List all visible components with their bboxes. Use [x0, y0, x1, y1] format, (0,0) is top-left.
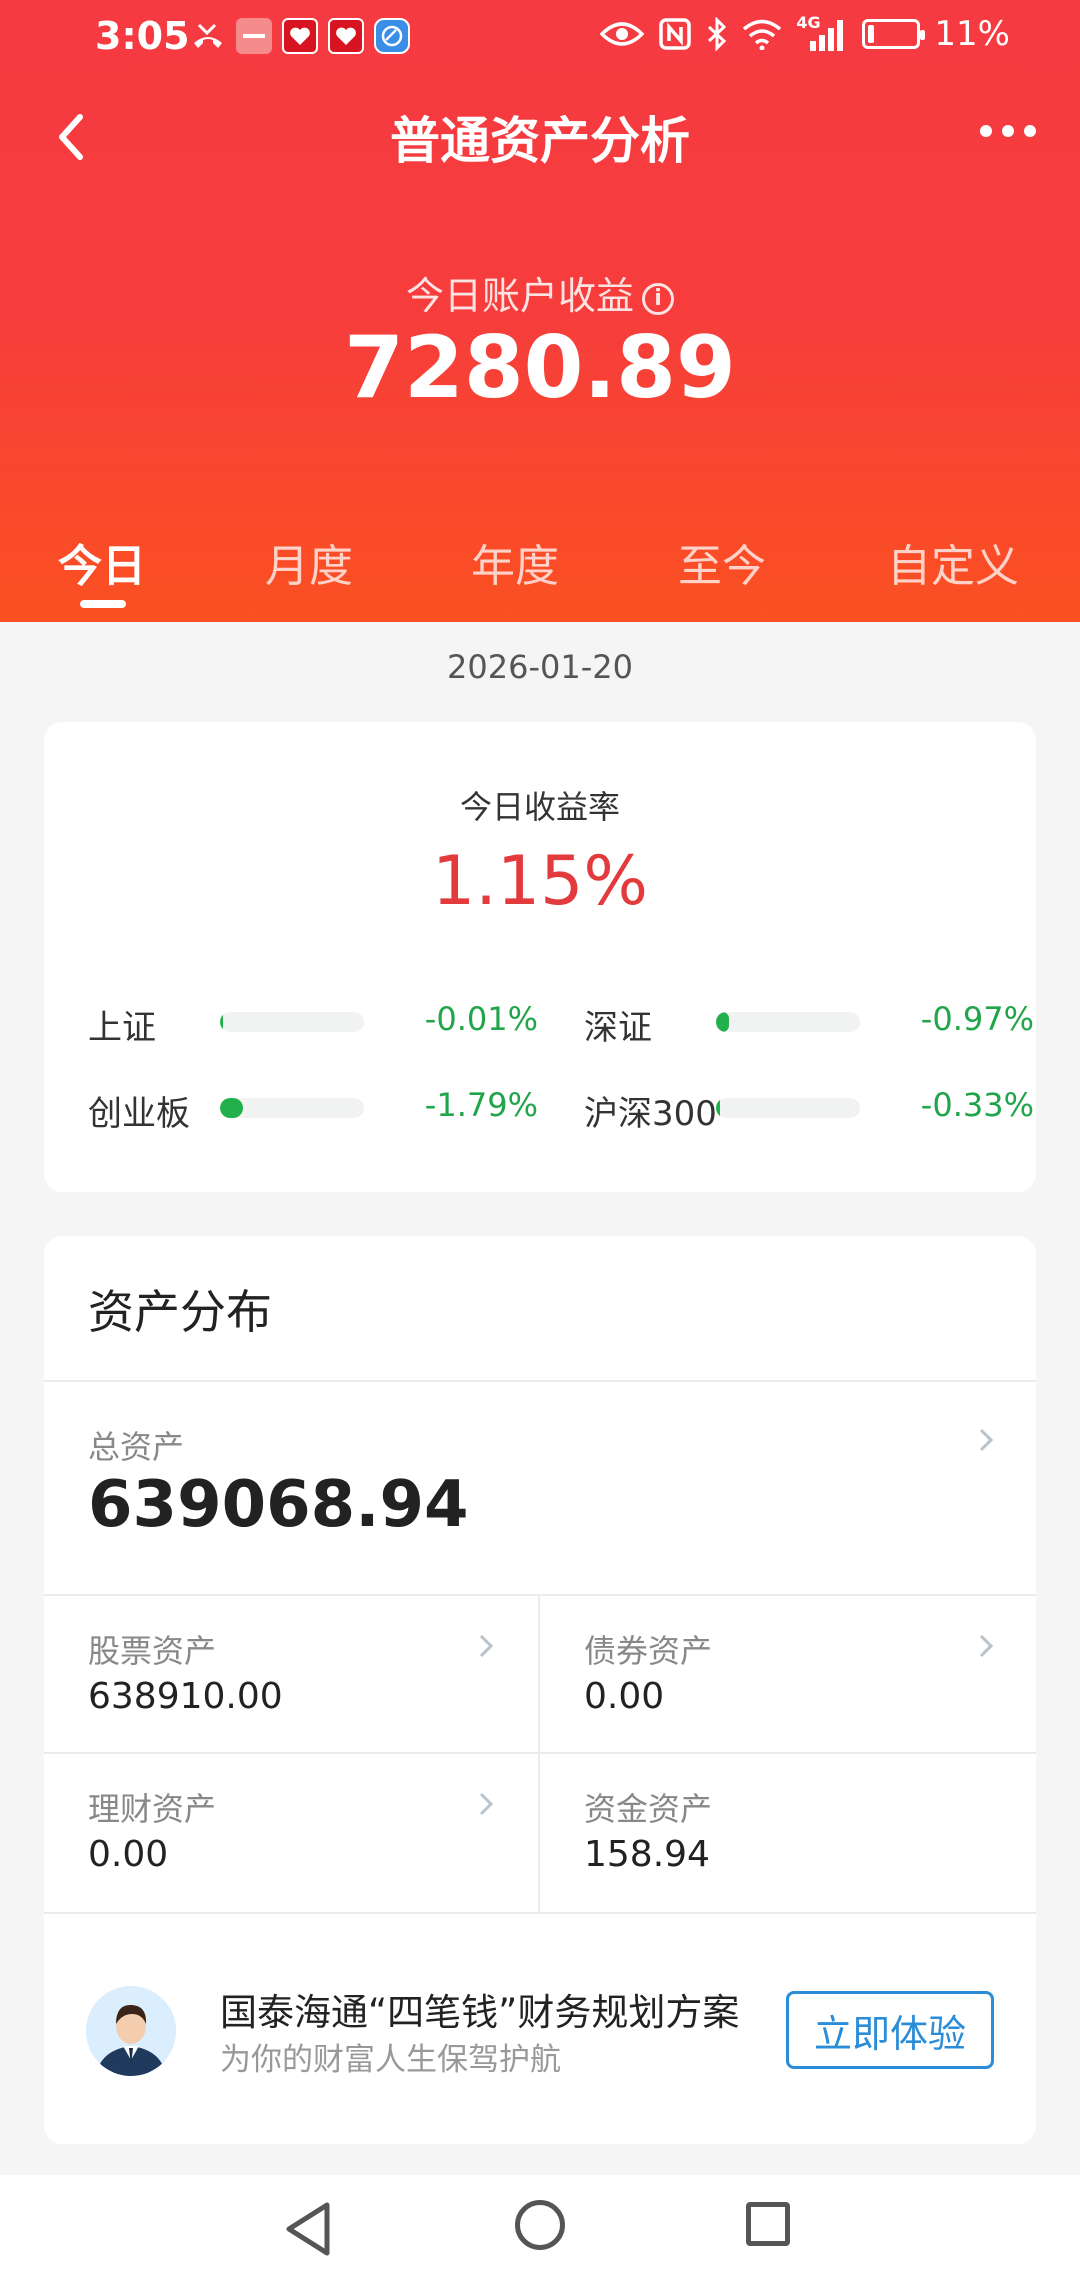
wealth-mgmt-assets-cell[interactable]: 理财资产 0.00 — [44, 1754, 538, 1910]
signal-4g-icon: 4G — [796, 13, 848, 51]
divider — [44, 1912, 1036, 1914]
promo-title: 国泰海通“四笔钱”财务规划方案 — [220, 1991, 740, 2034]
index-shanghai: 上证 -0.01% — [88, 1000, 538, 1048]
index-shenzhen: 深证 -0.97% — [584, 1000, 1034, 1048]
bond-assets-cell[interactable]: 债券资产 0.00 — [540, 1596, 1036, 1752]
index-value: -0.01% — [424, 1000, 538, 1038]
index-bar — [716, 1098, 860, 1118]
tab-to-date[interactable]: 至今 — [678, 530, 766, 594]
browser-icon — [374, 18, 410, 54]
bond-assets-label: 债券资产 — [584, 1632, 713, 1670]
divider-vertical — [538, 1596, 540, 1912]
index-bar-fill — [716, 1098, 721, 1118]
tab-custom[interactable]: 自定义 — [887, 530, 1019, 594]
period-tabs: 今日 月度 年度 至今 自定义 — [0, 530, 1080, 622]
rate-label: 今日收益率 — [459, 788, 620, 826]
status-bar: 3:05 4G 11% — [0, 0, 1080, 80]
app-red-icon-1 — [282, 18, 318, 54]
promo-subtitle: 为你的财富人生保驾护航 — [220, 2042, 561, 2078]
index-name: 创业板 — [88, 1094, 190, 1134]
advisor-avatar — [86, 1986, 176, 2076]
tab-today[interactable]: 今日 — [58, 530, 146, 594]
wifi-icon — [743, 19, 782, 50]
index-value: -0.33% — [920, 1086, 1034, 1124]
nfc-icon — [659, 18, 692, 50]
bond-assets-value: 0.00 — [584, 1676, 665, 1717]
total-assets-value: 639068.94 — [88, 1468, 469, 1542]
index-bar — [220, 1012, 364, 1032]
cash-assets-cell: 资金资产 158.94 — [540, 1754, 1036, 1910]
stock-assets-label: 股票资产 — [88, 1632, 217, 1670]
try-now-button[interactable]: 立即体验 — [786, 1991, 994, 2069]
index-csi300: 沪深300 -0.33% — [584, 1086, 1034, 1134]
info-icon[interactable]: i — [642, 282, 674, 315]
battery-icon — [862, 19, 926, 49]
index-name: 沪深300 — [584, 1094, 717, 1134]
tab-monthly[interactable]: 月度 — [265, 530, 353, 594]
index-bar-fill — [220, 1012, 223, 1032]
tab-yearly[interactable]: 年度 — [471, 530, 559, 594]
bluetooth-icon — [708, 17, 727, 51]
index-value: -1.79% — [424, 1086, 538, 1124]
asset-distribution-card: 资产分布 总资产 639068.94 股票资产 638910.00 债券资产 0… — [44, 1236, 1036, 2144]
index-bar — [716, 1012, 860, 1032]
index-name: 上证 — [88, 1008, 156, 1048]
wealth-mgmt-assets-label: 理财资产 — [88, 1790, 217, 1828]
eye-icon — [600, 22, 645, 46]
total-assets-row[interactable]: 总资产 639068.94 — [44, 1382, 1036, 1592]
index-bar-fill — [220, 1098, 244, 1118]
page-title: 普通资产分析 — [390, 112, 690, 170]
header: 3:05 4G 11% 普通资产分析 今日账户收益 i 7280.89 今日 月… — [0, 0, 1080, 622]
status-left-icons — [190, 18, 410, 54]
nav-back-icon[interactable] — [283, 2201, 333, 2257]
index-name: 深证 — [584, 1008, 652, 1048]
huawei-icon — [236, 18, 272, 54]
battery-percent: 11% — [934, 14, 1010, 54]
nav-home-icon[interactable] — [515, 2200, 565, 2250]
stock-assets-value: 638910.00 — [88, 1676, 283, 1717]
chevron-right-icon — [979, 1428, 994, 1452]
earnings-label: 今日账户收益 — [405, 274, 634, 318]
index-value: -0.97% — [920, 1000, 1034, 1038]
cash-assets-value: 158.94 — [584, 1834, 710, 1875]
distribution-title: 资产分布 — [88, 1285, 272, 1339]
more-icon[interactable] — [980, 125, 1036, 137]
system-nav-bar — [0, 2175, 1080, 2280]
cash-assets-label: 资金资产 — [584, 1790, 713, 1828]
total-assets-label: 总资产 — [88, 1428, 185, 1466]
app-red-icon-2 — [328, 18, 364, 54]
chevron-right-icon — [479, 1792, 494, 1816]
nav-recent-apps-icon[interactable] — [746, 2202, 790, 2246]
index-bar — [220, 1098, 364, 1118]
tab-active-indicator — [80, 600, 126, 608]
wealth-mgmt-assets-value: 0.00 — [88, 1834, 169, 1875]
nav-bar: 普通资产分析 — [0, 85, 1080, 185]
chevron-right-icon — [979, 1634, 994, 1658]
earnings-label-row: 今日账户收益 i — [0, 265, 1080, 320]
rate-value: 1.15% — [431, 842, 649, 921]
earnings-value: 7280.89 — [344, 318, 736, 418]
missed-call-icon — [190, 18, 226, 54]
stock-assets-cell[interactable]: 股票资产 638910.00 — [44, 1596, 538, 1752]
index-chinext: 创业板 -1.79% — [88, 1086, 538, 1134]
return-rate-card: 今日收益率 1.15% 上证 -0.01% 深证 -0.97% 创业板 -1.7… — [44, 722, 1036, 1192]
index-bar-fill — [716, 1012, 729, 1032]
date-label: 2026-01-20 — [447, 648, 633, 686]
status-right: 4G 11% — [600, 13, 1010, 54]
chevron-right-icon — [479, 1634, 494, 1658]
status-time: 3:05 — [95, 14, 190, 58]
